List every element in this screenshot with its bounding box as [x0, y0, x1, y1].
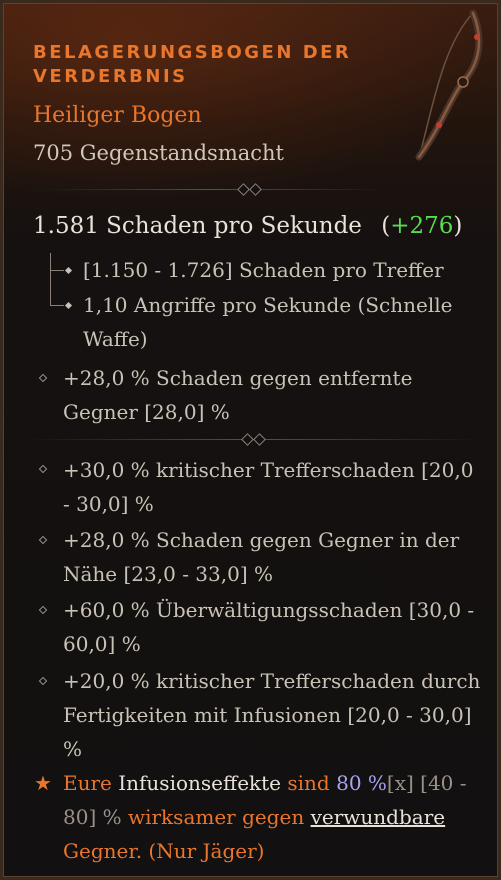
item-type: Heiliger Bogen [33, 103, 202, 128]
dps-delta: +276 [390, 213, 454, 239]
dps-line: 1.581 Schaden pro Sekunde (+276) [33, 213, 462, 239]
dps-delta-close: ) [453, 213, 463, 239]
affix-line: +60,0 % Überwältigungsschaden [30,0 - 60… [63, 598, 475, 656]
affix-line: +20,0 % kritischer Trefferschaden durch … [63, 669, 481, 761]
legendary-aspect: Eure Infusionseffekte sind 80 %[x] [40 -… [63, 766, 483, 868]
item-tooltip: BELAGERUNGSBOGEN DER VERDERBNIS Heiliger… [0, 0, 501, 880]
star-icon: ★ [34, 771, 52, 795]
affix-line: +30,0 % kritischer Trefferschaden [20,0 … [63, 458, 474, 516]
diamond-bullet-icon [38, 464, 48, 474]
tree-branch [50, 305, 64, 306]
tree-line [50, 253, 51, 305]
vulnerable-keyword-link[interactable]: verwundbare [311, 805, 446, 829]
legendary-text: wirksamer gegen [127, 805, 311, 829]
tree-branch [50, 270, 64, 271]
legendary-roll-marker: [x] [386, 771, 414, 795]
dps-value: 1.581 Schaden pro Sekunde [33, 213, 362, 239]
divider-ornament-icon [253, 433, 266, 446]
damage-per-hit: [1.150 - 1.726] Schaden pro Treffer [83, 258, 444, 282]
legendary-text: sind [281, 771, 337, 795]
diamond-bullet-icon [38, 373, 48, 383]
legendary-roll-value: 80 % [336, 771, 387, 795]
attacks-per-second: 1,10 Angriffe pro Sekunde (Schnelle Waff… [83, 293, 453, 351]
tree-bullet-icon [64, 266, 73, 275]
diamond-bullet-icon [38, 535, 48, 545]
divider [43, 189, 383, 190]
diamond-bullet-icon [38, 676, 48, 686]
dps-delta-open: ( [381, 213, 391, 239]
legendary-text: Gegner. (Nur Jäger) [63, 839, 265, 863]
diamond-bullet-icon [38, 605, 48, 615]
item-power: 705 Gegenstandsmacht [33, 141, 284, 165]
tree-bullet-icon [64, 301, 73, 310]
bow-icon [415, 9, 483, 161]
legendary-keyword: Infusionseffekte [118, 771, 282, 795]
item-name: BELAGERUNGSBOGEN DER VERDERBNIS [33, 42, 352, 87]
affix-line: +28,0 % Schaden gegen Gegner in der Nähe… [63, 528, 460, 586]
implicit-affix: +28,0 % Schaden gegen entfernte Gegner [… [63, 366, 413, 424]
legendary-text: Eure [63, 771, 119, 795]
divider-ornament-icon [241, 433, 254, 446]
